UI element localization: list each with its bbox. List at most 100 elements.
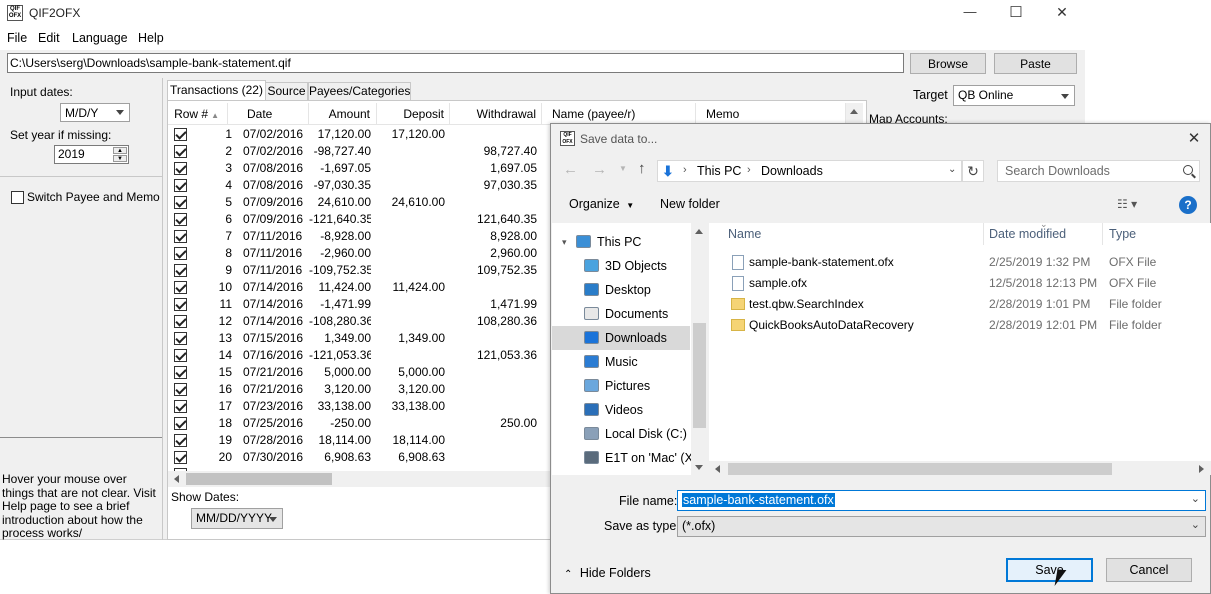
row-checkbox[interactable] (174, 349, 187, 362)
scroll-down-icon[interactable] (695, 465, 703, 470)
row-deposit[interactable] (377, 143, 445, 160)
col-header-amount[interactable]: Amount (309, 103, 377, 125)
row-date[interactable]: 07/11/2016 (243, 245, 313, 262)
chevron-down-icon[interactable]: ⌄ (948, 164, 956, 175)
scroll-thumb[interactable] (186, 473, 332, 485)
row-withdrawal[interactable] (450, 398, 537, 415)
row-withdrawal[interactable]: 2,960.00 (450, 245, 537, 262)
row-checkbox[interactable] (174, 128, 187, 141)
row-amount[interactable]: 17,120.00 (309, 126, 371, 143)
scroll-thumb[interactable] (728, 463, 1112, 475)
back-button[interactable]: ← (563, 161, 578, 178)
file-row[interactable]: QuickBooksAutoDataRecovery 2/28/2019 12:0… (709, 315, 1209, 336)
col-header-deposit[interactable]: Deposit (377, 103, 450, 125)
row-checkbox[interactable] (174, 366, 187, 379)
row-date[interactable]: 07/30/2016 (243, 449, 313, 466)
nav-item[interactable]: ▾ This PC (552, 230, 690, 254)
breadcrumb-this-pc[interactable]: This PC (697, 164, 741, 178)
row-checkbox[interactable] (174, 417, 187, 430)
row-deposit[interactable]: 33,138.00 (377, 398, 445, 415)
nav-item[interactable]: 3D Objects (552, 254, 690, 278)
row-withdrawal[interactable]: 97,030.35 (450, 177, 537, 194)
row-date[interactable]: 07/16/2016 (243, 347, 313, 364)
address-bar[interactable]: ⬇ › This PC › Downloads ⌄ (657, 160, 962, 182)
col-header-memo[interactable]: Memo (696, 103, 846, 125)
row-date[interactable]: 07/02/2016 (243, 143, 313, 160)
row-withdrawal[interactable] (450, 432, 537, 449)
file-row[interactable]: test.qbw.SearchIndex 2/28/2019 1:01 PM Fil… (709, 294, 1209, 315)
row-checkbox[interactable] (174, 179, 187, 192)
row-deposit[interactable] (377, 262, 445, 279)
new-folder-button[interactable]: New folder (660, 197, 720, 211)
row-withdrawal[interactable] (450, 194, 537, 211)
row-deposit[interactable] (377, 245, 445, 262)
nav-item[interactable]: Music (552, 350, 690, 374)
up-button[interactable]: ↑ (638, 160, 646, 177)
row-checkbox[interactable] (174, 196, 187, 209)
row-deposit[interactable] (377, 160, 445, 177)
row-date[interactable]: 07/02/2016 (243, 126, 313, 143)
switch-payee-checkbox[interactable]: Switch Payee and Memo (11, 190, 160, 206)
row-deposit[interactable]: 1,349.00 (377, 330, 445, 347)
row-deposit[interactable] (377, 177, 445, 194)
nav-item[interactable]: Local Disk (C:) (552, 422, 690, 446)
col-header-withdrawal[interactable]: Withdrawal (450, 103, 542, 125)
target-select[interactable]: QB Online (953, 85, 1075, 106)
row-amount[interactable]: -109,752.35 (309, 262, 371, 279)
dialog-close-button[interactable]: ✕ (1179, 129, 1209, 147)
breadcrumb-downloads[interactable]: Downloads (761, 164, 823, 178)
row-deposit[interactable]: 24,610.00 (377, 194, 445, 211)
col-header-name[interactable]: Name (payee/r) (548, 103, 696, 125)
row-withdrawal[interactable] (450, 330, 537, 347)
row-deposit[interactable] (377, 313, 445, 330)
row-deposit[interactable]: 3,120.00 (377, 381, 445, 398)
search-box[interactable]: Search Downloads (997, 160, 1200, 182)
row-checkbox[interactable] (174, 247, 187, 260)
scroll-left-icon[interactable] (174, 475, 179, 483)
row-date[interactable]: 07/08/2016 (243, 160, 313, 177)
row-date[interactable]: 07/28/2016 (243, 432, 313, 449)
row-withdrawal[interactable] (450, 449, 537, 466)
row-amount[interactable]: -250.00 (309, 415, 371, 432)
tab-transactions[interactable]: Transactions (22) (167, 80, 266, 101)
file-row[interactable]: sample.ofx 12/5/2018 12:13 PM OFX File (709, 273, 1209, 294)
scroll-thumb[interactable] (693, 323, 706, 428)
row-checkbox[interactable] (174, 400, 187, 413)
row-checkbox[interactable] (174, 230, 187, 243)
row-date[interactable]: 07/08/2016 (243, 177, 313, 194)
refresh-button[interactable]: ↻ (962, 160, 984, 182)
row-amount[interactable]: 24,610.00 (309, 194, 371, 211)
row-amount[interactable]: 11,424.00 (309, 279, 372, 296)
menu-help[interactable]: Help (138, 31, 164, 45)
save-button[interactable]: Save (1006, 558, 1093, 582)
row-deposit[interactable]: 17,120.00 (377, 126, 445, 143)
row-amount[interactable]: -108,280.36 (309, 313, 371, 330)
col-header-date[interactable]: Date (239, 103, 309, 125)
col-header-file-name[interactable]: Name (728, 227, 761, 241)
row-deposit[interactable] (377, 415, 445, 432)
tab-source[interactable]: Source (265, 82, 308, 101)
row-date[interactable]: 07/14/2016 (243, 313, 313, 330)
row-date[interactable]: 07/15/2016 (243, 330, 313, 347)
row-amount[interactable]: -1,697.05 (309, 160, 371, 177)
row-checkbox[interactable] (174, 213, 187, 226)
row-checkbox[interactable] (174, 451, 187, 464)
row-checkbox[interactable] (174, 162, 187, 175)
row-checkbox[interactable] (174, 264, 187, 277)
row-checkbox[interactable] (174, 281, 187, 294)
row-amount[interactable]: -98,727.40 (309, 143, 371, 160)
row-checkbox[interactable] (174, 315, 187, 328)
row-date[interactable]: 07/21/2016 (243, 381, 313, 398)
row-date[interactable]: 07/09/2016 (243, 194, 313, 211)
row-checkbox[interactable] (174, 434, 187, 447)
row-amount[interactable]: -1,471.99 (309, 296, 371, 313)
row-date[interactable]: 07/09/2016 (243, 211, 313, 228)
nav-item[interactable]: Desktop (552, 278, 690, 302)
chevron-down-icon[interactable]: ⌄ (1191, 492, 1200, 505)
cancel-button[interactable]: Cancel (1106, 558, 1192, 582)
row-withdrawal[interactable] (450, 126, 537, 143)
row-checkbox[interactable] (174, 145, 187, 158)
scroll-up-icon[interactable] (850, 109, 858, 114)
recent-dropdown-icon[interactable]: ▼ (619, 164, 627, 173)
row-withdrawal[interactable]: 1,471.99 (450, 296, 537, 313)
